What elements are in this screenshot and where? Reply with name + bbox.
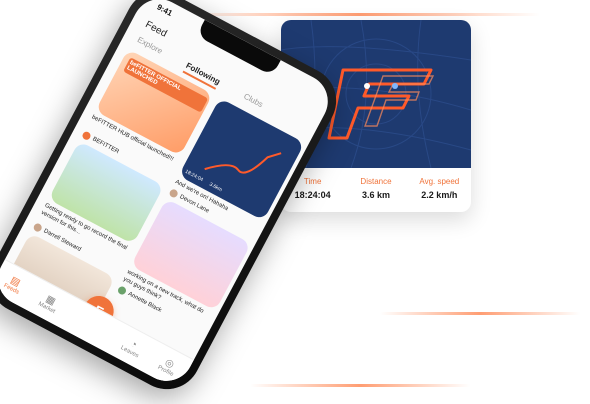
- tab-clubs[interactable]: Clubs: [240, 92, 264, 113]
- status-time: 9:41: [155, 2, 174, 18]
- glow-line-middle: [380, 312, 580, 315]
- phone-notch: [196, 19, 281, 76]
- stat-label: Distance: [360, 177, 392, 186]
- nav-market[interactable]: ▦ Market: [37, 291, 61, 315]
- avatar: [81, 130, 92, 142]
- avatar: [32, 222, 44, 233]
- page-title: Feed: [143, 19, 169, 40]
- avatar: [168, 187, 180, 199]
- stat-speed: Avg. speed 2.2 km/h: [408, 172, 471, 212]
- nav-leaves[interactable]: ◔ Leaves: [120, 335, 145, 359]
- avatar: [116, 285, 128, 296]
- phone-screen: 9:41 Feed Explore Following Clubs beFITT…: [0, 0, 338, 391]
- stat-value: 2.2 km/h: [421, 190, 458, 200]
- stat-distance: Distance 3.6 km: [344, 172, 407, 212]
- nav-feeds[interactable]: ▤ Feeds: [3, 273, 26, 295]
- nav-profile[interactable]: ◎ Profile: [157, 355, 180, 377]
- stat-label: Avg. speed: [419, 177, 460, 186]
- phone-body: 9:41 Feed Explore Following Clubs beFITT…: [0, 0, 349, 402]
- map-marker: [392, 83, 398, 89]
- phone-mockup: 9:41 Feed Explore Following Clubs beFITT…: [0, 0, 349, 402]
- glow-line-bottom: [250, 384, 470, 387]
- map-marker: [364, 83, 370, 89]
- stat-value: 3.6 km: [361, 190, 390, 200]
